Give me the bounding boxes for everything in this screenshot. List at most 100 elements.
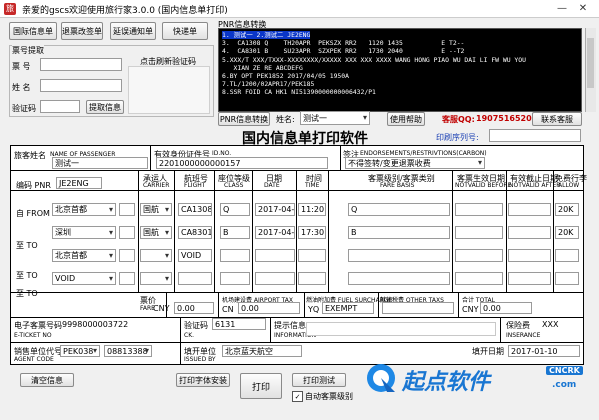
flight-input[interactable]: VOID	[178, 249, 212, 262]
flight-input[interactable]: CA1308	[178, 203, 212, 216]
print-font-button[interactable]: 打印字体安装	[176, 373, 230, 387]
fare-basis-input[interactable]: B	[348, 226, 450, 239]
fare-basis-input[interactable]	[348, 249, 450, 262]
nvb-input[interactable]	[455, 203, 503, 216]
name-input[interactable]	[40, 79, 122, 92]
captcha-label: 验证码	[12, 104, 36, 113]
date-input[interactable]: 2017-04-20	[255, 203, 295, 216]
city-code-input[interactable]	[119, 203, 135, 216]
checkbox-icon[interactable]: ✓	[292, 391, 303, 402]
city-select[interactable]: 深圳	[52, 226, 116, 239]
carrier-select[interactable]	[140, 249, 172, 262]
name-label: 姓 名	[12, 83, 31, 92]
flight-input[interactable]	[178, 272, 212, 285]
pnr-name-select[interactable]: 测试一	[300, 111, 370, 125]
serial-input[interactable]	[489, 129, 581, 142]
allow-input[interactable]: 20K	[555, 226, 579, 239]
fare-input[interactable]: 0.00	[174, 302, 214, 314]
contact-button[interactable]: 联系客服	[532, 112, 582, 126]
nva-input[interactable]	[508, 226, 551, 239]
total-currency: CNY	[462, 305, 479, 314]
allow-input[interactable]	[555, 272, 579, 285]
print-button[interactable]: 打印	[240, 373, 282, 399]
city-code-input[interactable]	[119, 226, 135, 239]
allow-input[interactable]: 20K	[555, 203, 579, 216]
fare-basis-input[interactable]: Q	[348, 203, 450, 216]
agent-number-select[interactable]: 08813388	[104, 345, 152, 357]
class-input[interactable]	[220, 249, 250, 262]
pnr-scrollbar[interactable]	[585, 28, 596, 112]
agent-code-select[interactable]: PEK038	[60, 345, 100, 357]
captcha-input[interactable]	[40, 100, 80, 113]
city-select[interactable]: 北京首都	[52, 249, 116, 262]
pnr-textarea[interactable]: 1. 测试一 2.测试二 JE2ENG 3. CA1308 Q TH20APR …	[218, 28, 582, 112]
ticket-check-button[interactable]: 退票改签单	[61, 22, 103, 40]
class-input[interactable]: B	[220, 226, 250, 239]
nvb-input[interactable]	[455, 272, 503, 285]
quick-ticket-button[interactable]: 快递单	[162, 22, 208, 40]
date-input[interactable]	[255, 249, 295, 262]
divider	[150, 145, 151, 170]
carrier-select[interactable]: 国航	[140, 203, 172, 216]
insurance-value[interactable]: XXX	[542, 320, 558, 329]
time-input[interactable]: 17:30	[298, 226, 326, 239]
pnr-convert-button[interactable]: PNR信息转换	[218, 112, 270, 126]
ticket-input[interactable]	[40, 58, 122, 71]
issued-input[interactable]: 北京蓝天航空	[222, 345, 302, 357]
date-input[interactable]	[255, 272, 295, 285]
col-allow-en: ALLOW	[558, 182, 580, 189]
endorse-select[interactable]: 不得签转/变更退票收费	[345, 157, 485, 169]
scroll-thumb[interactable]	[587, 38, 594, 88]
airport-tax-input[interactable]: 0.00	[238, 302, 300, 314]
city-select[interactable]: VOID	[52, 272, 116, 285]
pnr-line: 1. 测试一 2.测试二 JE2ENG	[222, 31, 311, 39]
fuel-input[interactable]: EXEMPT	[322, 302, 374, 314]
minimize-icon[interactable]: —	[555, 2, 569, 16]
nva-input[interactable]	[508, 249, 551, 262]
endorse-en: ENDORSEMENTS/RESTRIVTIONS(CARBON)	[360, 150, 487, 157]
other-tax-input[interactable]	[382, 302, 454, 314]
issue-date-input[interactable]: 2017-01-10	[508, 345, 580, 357]
class-input[interactable]	[220, 272, 250, 285]
airport-tax-currency: CN	[222, 305, 234, 314]
passenger-input[interactable]: 测试一	[52, 157, 148, 169]
print-test-button[interactable]: 打印测试	[292, 373, 346, 387]
info-input[interactable]	[306, 322, 496, 336]
city-code-input[interactable]	[119, 249, 135, 262]
clear-button[interactable]: 清空信息	[20, 373, 74, 387]
auto-class-checkbox[interactable]: ✓ 自动客票级别	[292, 391, 353, 402]
nva-input[interactable]	[508, 272, 551, 285]
intl-info-button[interactable]: 国际信息单	[9, 22, 57, 40]
id-input[interactable]: 2201000000000157	[156, 157, 328, 169]
to-label-1: 至 TO	[16, 241, 38, 250]
to-label-2: 至 TO	[16, 271, 38, 280]
class-input[interactable]: Q	[220, 203, 250, 216]
nvb-input[interactable]	[455, 226, 503, 239]
close-icon[interactable]: ✕	[576, 2, 590, 16]
total-input[interactable]: 0.00	[480, 302, 532, 314]
flight-input[interactable]: CA8301	[178, 226, 212, 239]
delay-notice-button[interactable]: 延误通知单	[110, 22, 156, 40]
date-input[interactable]: 2017-04-23	[255, 226, 295, 239]
fare-basis-input[interactable]	[348, 272, 450, 285]
carrier-select[interactable]	[140, 272, 172, 285]
eticket-value[interactable]: 9998000003722	[62, 320, 128, 329]
nvb-input[interactable]	[455, 249, 503, 262]
nva-input[interactable]	[508, 203, 551, 216]
captcha-image[interactable]	[128, 66, 210, 114]
help-button[interactable]: 使用帮助	[387, 112, 425, 126]
col-nva-en: NOTVALID AFTER	[509, 182, 561, 189]
time-input[interactable]	[298, 272, 326, 285]
pnr-code-input[interactable]: JE2ENG	[56, 177, 102, 189]
city-select[interactable]: 北京首都	[52, 203, 116, 216]
allow-input[interactable]	[555, 249, 579, 262]
city-code-input[interactable]	[119, 272, 135, 285]
watermark-tld: .com	[552, 380, 577, 390]
divider	[270, 317, 271, 342]
carrier-select[interactable]: 国航	[140, 226, 172, 239]
ck-input[interactable]: 6131	[212, 318, 266, 330]
time-input[interactable]	[298, 249, 326, 262]
fetch-info-button[interactable]: 提取信息	[86, 100, 124, 114]
time-input[interactable]: 11:20	[298, 203, 326, 216]
title-bar: 旅 亲爱的gscs欢迎使用旅行家3.0.0 (国内信息单打印) — ✕	[0, 0, 599, 18]
